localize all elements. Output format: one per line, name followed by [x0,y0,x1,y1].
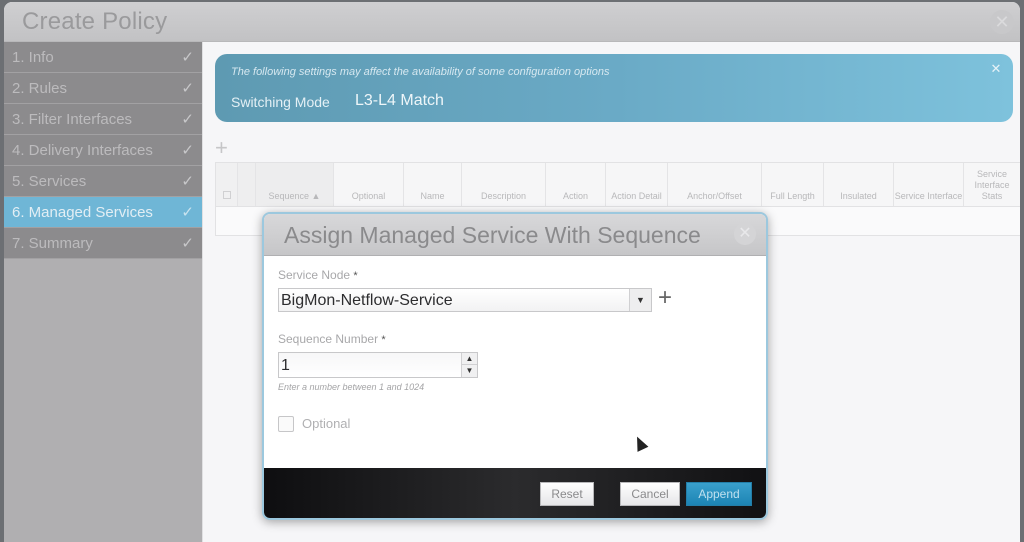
check-icon: ✓ [181,49,194,66]
sequence-number-stepper[interactable]: 1 ▲ ▼ [278,352,478,378]
column-header-service-interface-stats[interactable]: Service Interface Stats [964,163,1020,206]
banner-note: The following settings may affect the av… [231,66,610,78]
switching-mode-label: Switching Mode [231,94,330,110]
info-banner: The following settings may affect the av… [215,54,1013,122]
title-bar: Create Policy ✕ [4,2,1020,42]
column-header-action[interactable]: Action [546,163,606,206]
step-rules[interactable]: 2. Rules ✓ [4,73,202,104]
close-icon[interactable]: ✕ [990,10,1014,34]
dialog-close-icon[interactable]: ✕ [734,223,756,245]
service-node-label: Service Node * [278,268,358,282]
dialog-body: Service Node * BigMon-Netflow-Service ▼ … [264,256,766,468]
mouse-cursor-icon [631,434,649,452]
sequence-number-label: Sequence Number * [278,332,386,346]
step-filter-interfaces[interactable]: 3. Filter Interfaces ✓ [4,104,202,135]
column-header-insulated[interactable]: Insulated [824,163,894,206]
step-label: 3. Filter Interfaces [12,111,133,128]
step-label: 5. Services [12,173,87,190]
optional-checkbox[interactable] [278,416,294,432]
select-all-checkbox[interactable] [216,163,238,206]
check-icon: ✓ [181,142,194,159]
table-header: Sequence ▲ Optional Name Description Act… [216,163,1020,207]
step-info[interactable]: 1. Info ✓ [4,42,202,73]
column-header-description[interactable]: Description [462,163,546,206]
check-icon: ✓ [181,80,194,97]
check-icon: ✓ [181,204,194,221]
check-icon: ✓ [181,235,194,252]
switching-mode-value: L3-L4 Match [355,92,444,109]
required-marker: * [353,270,358,282]
step-services[interactable]: 5. Services ✓ [4,166,202,197]
service-node-label-text: Service Node [278,268,351,282]
check-icon: ✓ [181,111,194,128]
sequence-number-hint: Enter a number between 1 and 1024 [278,382,425,392]
service-node-value: BigMon-Netflow-Service [281,292,453,309]
sequence-number-label-text: Sequence Number [278,332,379,346]
assign-managed-service-dialog: Assign Managed Service With Sequence ✕ S… [262,212,768,520]
column-header-name[interactable]: Name [404,163,462,206]
step-label: 2. Rules [12,80,68,97]
column-header-full-length[interactable]: Full Length [762,163,824,206]
column-header-service-interface[interactable]: Service Interface [894,163,964,206]
step-summary[interactable]: 7. Summary ✓ [4,228,202,259]
step-label: 4. Delivery Interfaces [12,142,153,159]
wizard-steps: 1. Info ✓ 2. Rules ✓ 3. Filter Interfaces ✓… [4,42,202,542]
check-icon: ✓ [181,173,194,190]
step-delivery-interfaces[interactable]: 4. Delivery Interfaces ✓ [4,135,202,166]
add-row-icon[interactable]: + [215,137,228,159]
optional-label: Optional [302,416,351,431]
blank-column [238,163,256,206]
window-title: Create Policy [22,8,168,35]
banner-close-icon[interactable]: ✕ [989,62,1003,76]
step-label: 1. Info [12,49,54,66]
add-service-node-icon[interactable]: + [658,286,672,310]
chevron-down-icon[interactable]: ▼ [629,289,651,311]
column-header-action-detail[interactable]: Action Detail [606,163,668,206]
dialog-title: Assign Managed Service With Sequence [284,222,701,248]
column-header-anchor-offset[interactable]: Anchor/Offset [668,163,762,206]
service-node-select[interactable]: BigMon-Netflow-Service ▼ [278,288,652,312]
sequence-number-value: 1 [281,357,290,374]
dialog-footer: Reset Cancel Append [264,468,766,518]
required-marker: * [381,334,386,346]
increment-icon[interactable]: ▲ [461,353,477,365]
dialog-header: Assign Managed Service With Sequence ✕ [264,214,766,256]
create-policy-window: Create Policy ✕ 1. Info ✓ 2. Rules ✓ 3. Fi… [4,2,1020,542]
reset-button[interactable]: Reset [540,482,594,506]
decrement-icon[interactable]: ▼ [461,365,477,377]
step-label: 6. Managed Services [12,204,153,221]
cancel-button[interactable]: Cancel [620,482,680,506]
append-button[interactable]: Append [686,482,752,506]
step-managed-services[interactable]: 6. Managed Services ✓ [4,197,202,228]
step-label: 7. Summary [12,235,93,252]
column-header-sequence[interactable]: Sequence ▲ [256,163,334,206]
column-header-optional[interactable]: Optional [334,163,404,206]
